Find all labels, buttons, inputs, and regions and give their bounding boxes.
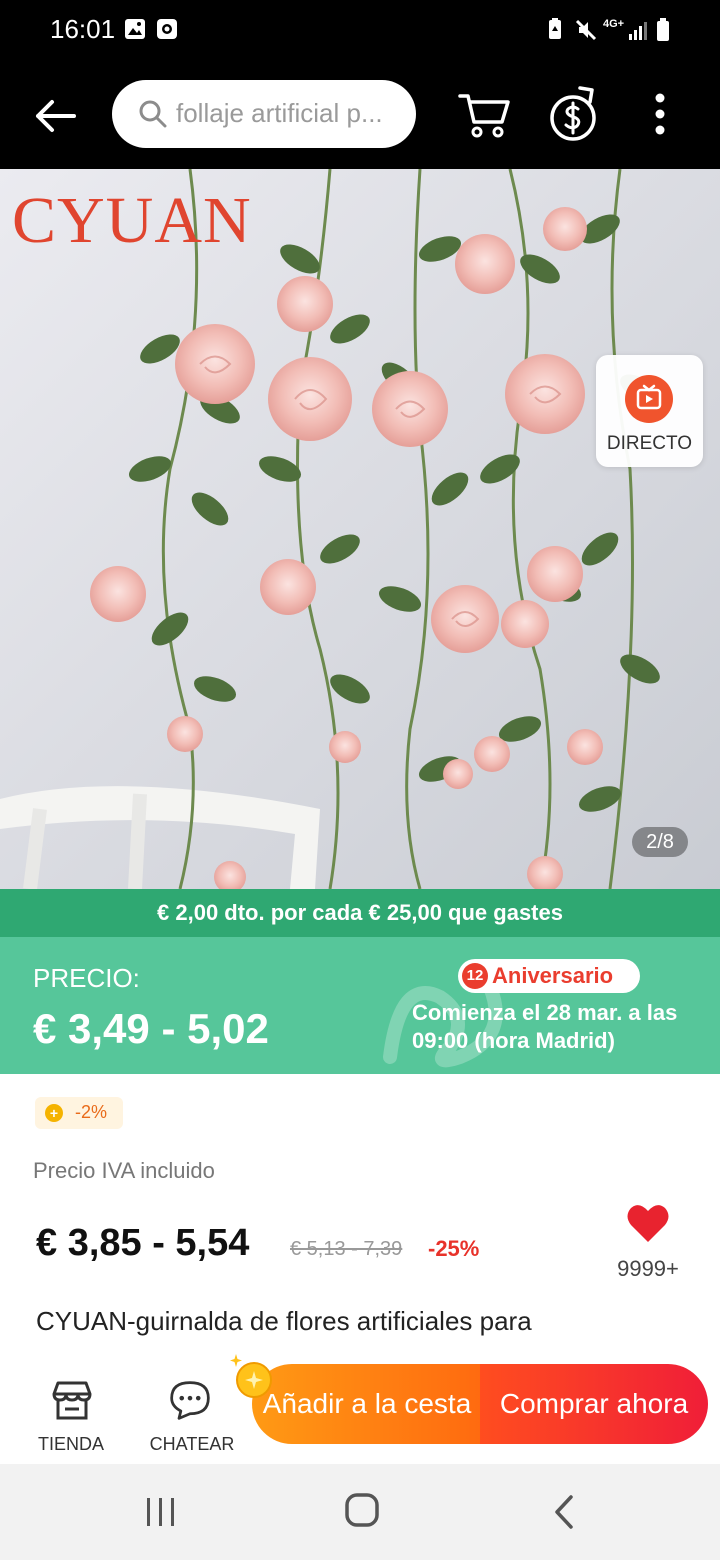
coin-icon: + xyxy=(45,1104,63,1122)
anniversary-label: Aniversario xyxy=(492,963,614,988)
buy-now-button[interactable]: Comprar ahora xyxy=(480,1364,708,1444)
current-price: € 3,85 - 5,54 xyxy=(36,1222,250,1264)
anniversary-badge: 12 Aniversario xyxy=(458,959,640,993)
back-arrow-icon[interactable] xyxy=(30,90,82,142)
product-photo xyxy=(0,169,720,889)
product-title: CYUAN-guirnalda de flores artificiales p… xyxy=(36,1306,532,1336)
sparkle-coin-icon xyxy=(230,1354,272,1398)
store-button[interactable]: TIENDA xyxy=(26,1362,116,1454)
add-to-cart-button[interactable]: Añadir a la cesta xyxy=(252,1364,482,1444)
brand-watermark: CYUAN xyxy=(12,184,252,257)
coin-discount-tag: + -2% xyxy=(35,1097,123,1129)
recents-icon[interactable] xyxy=(144,1496,178,1528)
anniversary-number: 12 xyxy=(462,963,488,989)
system-navigation-bar xyxy=(0,1464,720,1560)
network-type-label: 4G+ xyxy=(603,18,625,30)
heart-icon[interactable] xyxy=(626,1202,670,1244)
store-label: TIENDA xyxy=(37,1434,104,1454)
discount-percent: -25% xyxy=(428,1236,480,1261)
cart-icon[interactable] xyxy=(456,86,512,142)
image-page-indicator: 2/8 xyxy=(632,827,688,857)
search-input[interactable]: follaje artificial p... xyxy=(112,80,416,148)
status-time: 16:01 xyxy=(50,14,116,44)
coin-discount-value: -2% xyxy=(75,1102,108,1122)
store-icon xyxy=(52,1381,92,1420)
signal-strength-icon xyxy=(629,22,647,40)
store-discount-banner[interactable]: € 2,00 dto. por cada € 25,00 que gastes xyxy=(0,889,720,937)
battery-icon xyxy=(657,18,669,41)
nav-back-icon[interactable] xyxy=(552,1494,576,1530)
chat-label: CHATEAR xyxy=(149,1434,235,1454)
more-vert-icon[interactable] xyxy=(642,92,678,138)
anniversary-start-date: Comienza el 28 mar. a las 09:00 (hora Ma… xyxy=(412,1000,678,1053)
battery-saver-icon xyxy=(549,18,561,39)
top-app-bar: follaje artificial p... xyxy=(0,62,720,169)
recording-notification-icon xyxy=(157,19,177,39)
chat-bubble-icon xyxy=(170,1381,210,1420)
coin-exchange-icon[interactable] xyxy=(546,82,602,146)
gallery-notification-icon xyxy=(125,19,145,39)
anniversary-price-banner: PRECIO: € 3,49 - 5,02 12 Aniversario Com… xyxy=(0,937,720,1074)
price-label: PRECIO: xyxy=(33,963,140,993)
chat-button[interactable]: CHATEAR xyxy=(142,1362,242,1454)
search-icon xyxy=(139,100,167,128)
live-stream-button[interactable]: DIRECTO xyxy=(596,355,703,467)
wishlist-count: 9999+ xyxy=(617,1256,679,1281)
promo-price-range: € 3,49 - 5,02 xyxy=(33,1005,269,1052)
live-label: DIRECTO xyxy=(606,433,693,454)
product-image-gallery[interactable]: CYUAN DIRECTO 2/8 xyxy=(0,169,720,889)
live-tv-icon xyxy=(625,375,673,423)
mute-icon xyxy=(575,19,597,41)
bottom-action-bar: TIENDA CHATEAR Añadir a la cesta Comprar… xyxy=(0,1350,720,1462)
original-price: € 5,13 - 7,39 xyxy=(290,1238,403,1260)
search-query-text: follaje artificial p... xyxy=(176,98,383,128)
vat-note: Precio IVA incluido xyxy=(33,1158,215,1183)
status-bar: 16:01 4G+ xyxy=(0,0,720,62)
home-icon[interactable] xyxy=(344,1492,380,1528)
